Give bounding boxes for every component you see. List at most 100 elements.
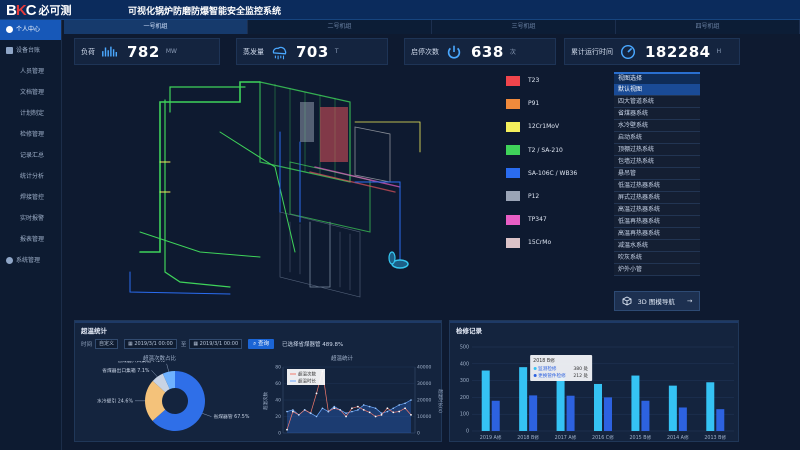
sidebar-item-maintenance[interactable]: 检修管理 bbox=[0, 124, 61, 145]
series-point bbox=[380, 413, 383, 416]
3d-nav-button[interactable]: 3D 图模导航 → bbox=[614, 291, 700, 311]
legend-label: P12 bbox=[528, 192, 540, 200]
series-point bbox=[356, 405, 359, 408]
boiler-3d-model[interactable] bbox=[100, 72, 450, 312]
pie-label: 省煤器入口集箱 7.1% bbox=[117, 361, 165, 364]
series-point bbox=[374, 407, 377, 410]
series-point bbox=[298, 414, 300, 416]
y-right-label: 超温时长(s) bbox=[437, 389, 443, 413]
view-item[interactable]: 减温水系统 bbox=[614, 240, 700, 252]
legend-label: T2 / SA-210 bbox=[528, 146, 563, 154]
sidebar-item-docs[interactable]: 文档管理 bbox=[0, 82, 61, 103]
view-item[interactable]: 低温过热器系统 bbox=[614, 180, 700, 192]
pie-label: 省煤器管 67.5% bbox=[213, 413, 249, 420]
kpi-value: 182284 bbox=[645, 42, 711, 61]
sidebar: 个人中心 设备台账 人员管理 文档管理 计划制定 检修管理 记录汇总 统计分析 … bbox=[0, 20, 62, 450]
x-tick: 2013 B修 bbox=[704, 434, 726, 441]
unit-tabs: 一号机组 二号机组 三号机组 四号机组 bbox=[64, 20, 800, 34]
kpi-load: 负荷 782 MW bbox=[74, 38, 220, 65]
tooltip-row-name: 监测检修 bbox=[538, 365, 557, 372]
sidebar-item-alarm[interactable]: 实时报警 bbox=[0, 208, 61, 229]
x-tick: 2018 B修 bbox=[517, 434, 539, 441]
sidebar-item-device-ledger[interactable]: 设备台账 bbox=[0, 40, 61, 61]
y-right-tick: 20000 bbox=[417, 398, 431, 404]
view-item[interactable]: 吹灰系统 bbox=[614, 252, 700, 264]
legend-item: T23 bbox=[506, 72, 606, 89]
sidebar-item-welding[interactable]: 焊接管控 bbox=[0, 187, 61, 208]
series-point bbox=[386, 410, 389, 413]
view-item[interactable]: 悬吊管 bbox=[614, 168, 700, 180]
series-point bbox=[315, 415, 318, 418]
view-item[interactable]: 低温再热器系统 bbox=[614, 216, 700, 228]
y-left-tick: 40 bbox=[275, 398, 281, 404]
view-item[interactable]: 水冷壁系统 bbox=[614, 120, 700, 132]
bar bbox=[716, 409, 725, 431]
bar bbox=[481, 370, 490, 431]
y-left-label: 超温次数 bbox=[262, 392, 269, 410]
kpi-value: 638 bbox=[471, 42, 504, 61]
start-date-input[interactable]: ▦ 2019/3/1 00:00 bbox=[124, 338, 177, 349]
y-tick: 300 bbox=[460, 378, 469, 384]
view-item[interactable]: 包墙过热系统 bbox=[614, 156, 700, 168]
power-icon bbox=[447, 45, 461, 59]
overtemp-line-chart: 0 020 1000040 2000060 3000080 40000超温次数 超温时长(s… bbox=[262, 365, 443, 437]
y-tick: 100 bbox=[460, 412, 469, 418]
sidebar-item-personal-center[interactable]: 个人中心 bbox=[0, 20, 61, 40]
x-tick: 2014 A修 bbox=[667, 434, 689, 441]
tab-unit-3[interactable]: 三号机组 bbox=[432, 20, 616, 34]
view-item[interactable]: 屏式过热器系统 bbox=[614, 192, 700, 204]
mode-select[interactable]: 自定义 bbox=[95, 338, 119, 349]
legend-label: 12Cr1MoV bbox=[528, 123, 560, 131]
sidebar-item-reports[interactable]: 报表管理 bbox=[0, 229, 61, 250]
tab-unit-4[interactable]: 四号机组 bbox=[616, 20, 800, 34]
tab-unit-2[interactable]: 二号机组 bbox=[248, 20, 432, 34]
bar bbox=[641, 400, 650, 431]
view-item[interactable]: 启动系统 bbox=[614, 132, 700, 144]
series-point bbox=[404, 402, 406, 405]
pie-label: 省煤器出口集箱 7.1% bbox=[102, 367, 150, 374]
view-item[interactable]: 高温再热器系统 bbox=[614, 228, 700, 240]
sidebar-item-records[interactable]: 记录汇总 bbox=[0, 145, 61, 166]
sidebar-item-label: 设备台账 bbox=[16, 47, 41, 54]
start-date-value: 2019/3/1 00:00 bbox=[134, 340, 173, 347]
series-point bbox=[315, 392, 318, 395]
panel-title: 检修记录 bbox=[456, 327, 482, 335]
legend-label: SA-106C / WB36 bbox=[528, 169, 578, 177]
legend-swatch bbox=[506, 237, 520, 248]
overtemp-pie-chart: 省煤器管 67.5% 水冷壁引 24.6% 省煤器出口集箱 7.1% 省煤器入口集箱 … bbox=[97, 361, 250, 431]
legend-item: SA-106C / WB36 bbox=[506, 165, 606, 182]
sidebar-item-plan[interactable]: 计划制定 bbox=[0, 103, 61, 124]
user-icon bbox=[6, 26, 13, 33]
series-point bbox=[386, 407, 389, 410]
sidebar-item-system[interactable]: 系统管理 bbox=[0, 250, 61, 271]
view-item[interactable]: 炉外小管 bbox=[614, 264, 700, 276]
x-tick: 2019 A修 bbox=[480, 434, 502, 441]
app-title: 可视化锅炉防磨防爆智能安全监控系统 bbox=[128, 7, 282, 17]
legend-swatch bbox=[506, 168, 520, 179]
view-item[interactable]: 四大管道系统 bbox=[614, 96, 700, 108]
series-point bbox=[357, 409, 359, 411]
bar bbox=[566, 395, 575, 431]
series-point bbox=[362, 409, 365, 411]
legend-item: 12Cr1MoV bbox=[506, 118, 606, 135]
panel-title: 超温统计 bbox=[81, 327, 107, 335]
series-point bbox=[292, 410, 294, 413]
tab-unit-1[interactable]: 一号机组 bbox=[64, 20, 248, 34]
view-item[interactable]: 省煤器系统 bbox=[614, 108, 700, 120]
end-date-value: 2019/3/1 00:00 bbox=[199, 340, 239, 347]
x-tick: 2016 C修 bbox=[592, 434, 614, 441]
view-item[interactable]: 顶棚过热系统 bbox=[614, 144, 700, 156]
sidebar-item-analysis[interactable]: 统计分析 bbox=[0, 166, 61, 187]
end-date-input[interactable]: ▦ 2019/3/1 00:00 bbox=[189, 338, 243, 349]
pie-label: 水冷壁引 24.6% bbox=[97, 397, 133, 404]
series-point bbox=[309, 412, 312, 414]
series-point bbox=[362, 404, 365, 406]
view-item[interactable]: 默认视图 bbox=[614, 84, 700, 96]
view-item[interactable]: 高温过热器系统 bbox=[614, 204, 700, 216]
bar bbox=[491, 400, 500, 431]
query-label: 查询 bbox=[257, 340, 269, 347]
tooltip-swatch bbox=[533, 374, 537, 377]
legend-item: TP347 bbox=[506, 211, 606, 228]
sidebar-item-staff[interactable]: 人员管理 bbox=[0, 61, 61, 82]
query-button[interactable]: ⌕ 查询 bbox=[248, 338, 274, 349]
